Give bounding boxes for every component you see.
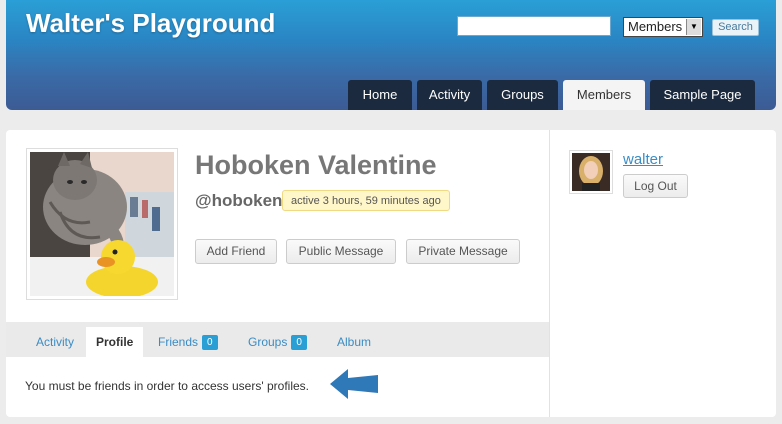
site-title[interactable]: Walter's Playground xyxy=(26,8,275,39)
friends-count-badge: 0 xyxy=(202,335,218,351)
tab-friends-label: Friends xyxy=(158,335,199,349)
nav-members[interactable]: Members xyxy=(563,80,645,110)
current-user-avatar[interactable] xyxy=(569,150,613,194)
search-button[interactable]: Search xyxy=(712,19,759,36)
groups-count-badge: 0 xyxy=(291,335,307,351)
activity-status-badge: active 3 hours, 59 minutes ago xyxy=(282,190,450,211)
tab-activity[interactable]: Activity xyxy=(36,327,74,357)
search-scope-select[interactable]: Members ▼ xyxy=(623,17,703,37)
logout-button[interactable]: Log Out xyxy=(623,174,688,198)
private-message-button[interactable]: Private Message xyxy=(406,239,520,264)
profile-name: Hoboken Valentine xyxy=(195,150,437,180)
tab-friends[interactable]: Friends 0 xyxy=(158,327,218,357)
user-photo xyxy=(572,153,610,191)
chevron-down-icon[interactable]: ▼ xyxy=(686,19,701,35)
sidebar: walter Log Out xyxy=(550,130,776,417)
nav-sample-page[interactable]: Sample Page xyxy=(650,80,755,110)
friends-only-message: You must be friends in order to access u… xyxy=(25,379,309,393)
profile-avatar[interactable] xyxy=(26,148,178,300)
search-input[interactable] xyxy=(457,16,611,36)
tab-groups[interactable]: Groups 0 xyxy=(248,327,307,357)
search-scope-value: Members xyxy=(628,19,683,34)
profile-tabs: Activity Profile Friends 0 Groups 0 Album xyxy=(6,322,549,357)
nav-home[interactable]: Home xyxy=(348,80,412,110)
profile-handle: @hoboken xyxy=(195,191,283,210)
profile-panel: Hoboken Valentine @hoboken active 3 hour… xyxy=(6,130,549,417)
add-friend-button[interactable]: Add Friend xyxy=(195,239,277,264)
cat-duck-photo xyxy=(30,152,174,296)
tab-groups-label: Groups xyxy=(248,335,288,349)
current-username-link[interactable]: walter xyxy=(623,151,663,168)
tab-album[interactable]: Album xyxy=(337,327,371,357)
tab-profile[interactable]: Profile xyxy=(86,327,144,357)
site-header: Walter's Playground Members ▼ Search Hom… xyxy=(6,0,776,110)
nav-groups[interactable]: Groups xyxy=(487,80,558,110)
left-arrow-icon xyxy=(330,369,378,399)
public-message-button[interactable]: Public Message xyxy=(286,239,396,264)
nav-activity[interactable]: Activity xyxy=(417,80,482,110)
